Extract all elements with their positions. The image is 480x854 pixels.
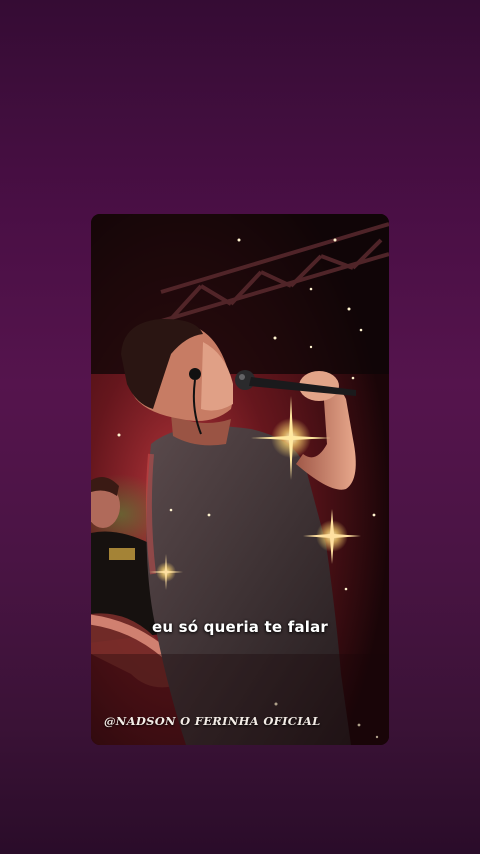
channel-watermark: @NADSON O FERINHA OFICIAL bbox=[104, 714, 321, 728]
lyric-caption: eu só queria te falar bbox=[151, 618, 329, 636]
video-player[interactable]: eu só queria te falar @NADSON O FERINHA … bbox=[91, 214, 389, 745]
concert-video-frame bbox=[91, 214, 389, 745]
screen: eu só queria te falar @NADSON O FERINHA … bbox=[0, 0, 480, 854]
